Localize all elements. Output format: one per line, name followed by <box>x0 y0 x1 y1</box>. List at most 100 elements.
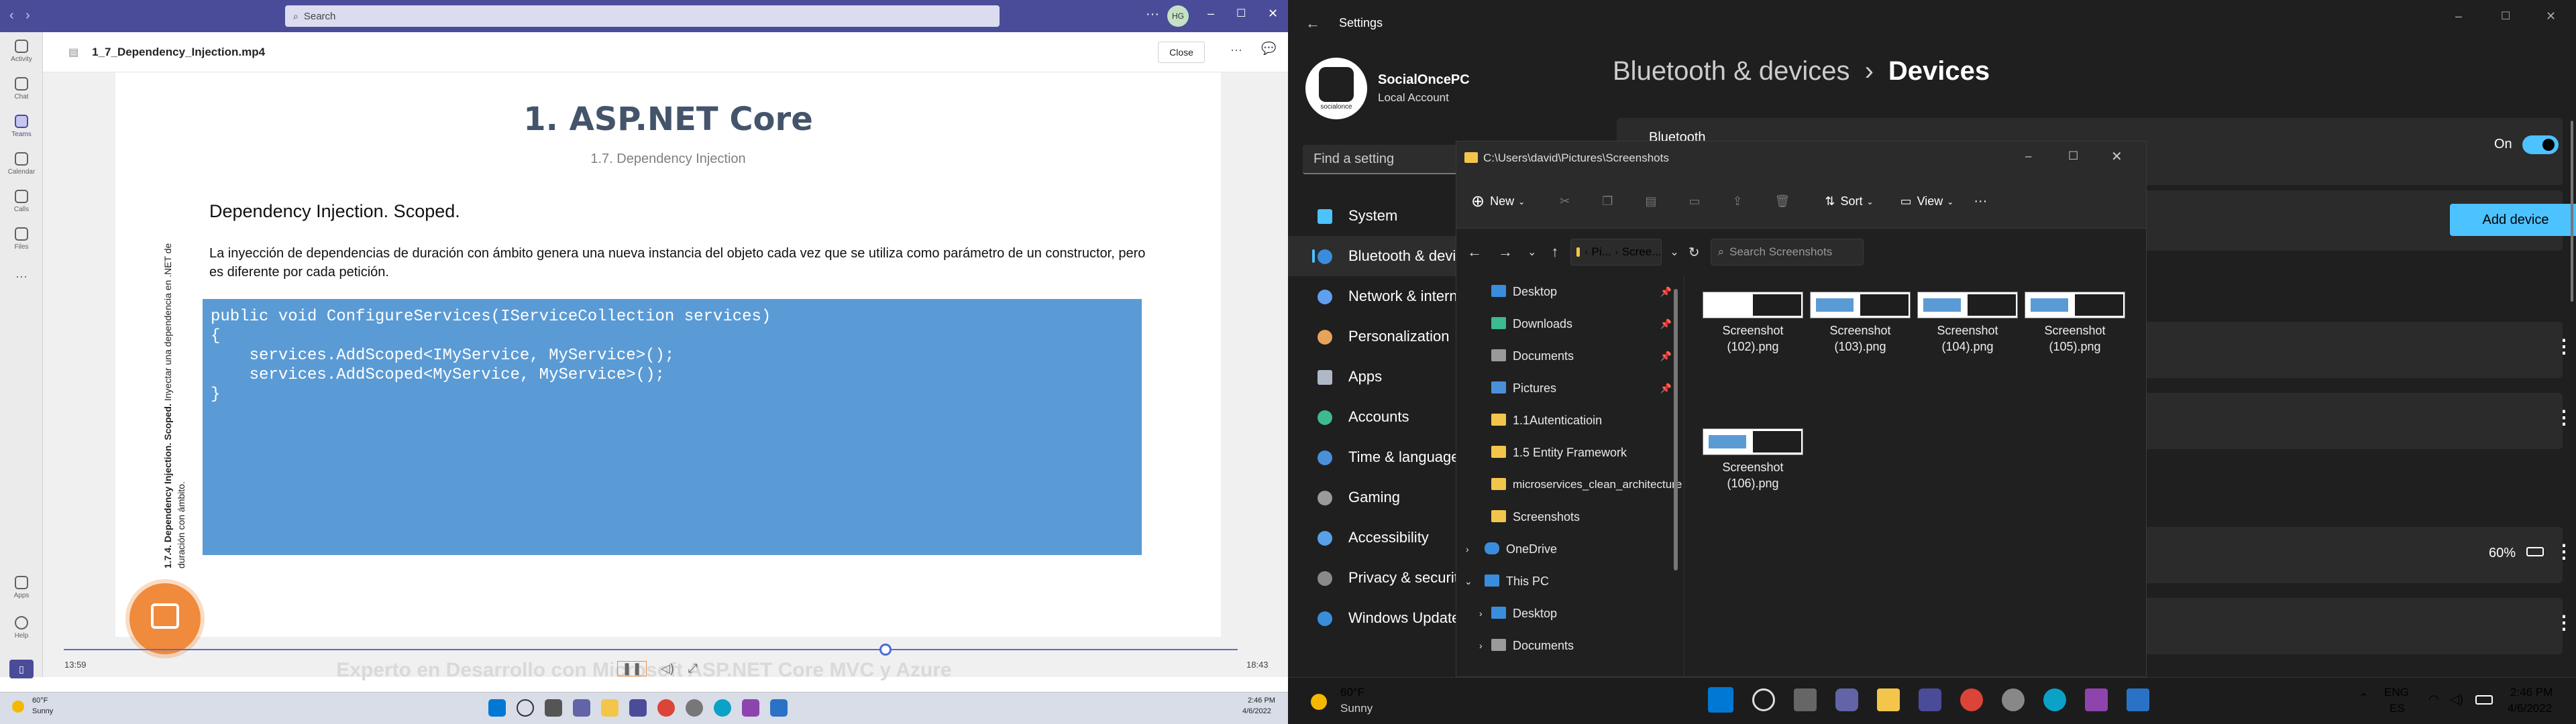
chat-icon[interactable] <box>573 699 590 717</box>
bluetooth-toggle[interactable] <box>2522 135 2559 154</box>
back-arrow-icon[interactable]: ← <box>1467 243 1482 261</box>
wifi-icon[interactable]: ◠ <box>2428 692 2439 707</box>
file-item[interactable]: Screenshot (105).png <box>2021 286 2129 380</box>
address-bar[interactable]: › Pi... › Scree... <box>1570 239 1662 265</box>
view-button[interactable]: View <box>1917 194 1943 208</box>
nav-pictures[interactable]: Pictures 📌 <box>1456 372 1684 404</box>
start-icon[interactable] <box>1708 687 1733 713</box>
new-button[interactable]: New <box>1490 194 1514 208</box>
avatar[interactable]: HG <box>1167 5 1189 27</box>
close-icon[interactable]: ✕ <box>1268 7 1278 21</box>
file-explorer-icon[interactable] <box>1877 688 1900 711</box>
more-options-button[interactable]: ··· <box>1974 194 1987 209</box>
search-icon[interactable] <box>1752 688 1775 711</box>
video-progress-knob[interactable] <box>879 644 892 656</box>
settings-gear-icon[interactable] <box>2002 688 2025 711</box>
rail-item-calls[interactable]: Calls <box>0 182 43 220</box>
search-icon[interactable] <box>517 699 534 717</box>
chevron-down-icon[interactable]: ⌄ <box>1670 245 1678 259</box>
maximize-icon[interactable]: ☐ <box>2068 149 2078 163</box>
rail-item-chat[interactable]: Chat <box>0 70 43 107</box>
chat-bubble-icon[interactable]: 💬 <box>1261 42 1276 56</box>
maximize-icon[interactable]: ☐ <box>1236 7 1246 20</box>
nav-folder[interactable]: 1.5 Entity Framework <box>1456 436 1684 469</box>
rail-item-more[interactable]: ··· <box>0 257 43 295</box>
cut-icon[interactable]: ✂ <box>1560 194 1570 208</box>
nav-scrollbar[interactable] <box>1674 289 1678 570</box>
add-device-button[interactable]: Add device <box>2450 204 2576 236</box>
nav-downloads[interactable]: Downloads 📌 <box>1456 308 1684 340</box>
nav-folder[interactable]: Screenshots <box>1456 501 1684 533</box>
taskbar-date[interactable]: 4/6/2022 <box>2508 702 2552 715</box>
edge-icon[interactable] <box>2043 688 2066 711</box>
teams-icon[interactable] <box>1919 688 1941 711</box>
forward-arrow-icon[interactable]: → <box>1498 243 1513 261</box>
rail-item-calendar[interactable]: Calendar <box>0 145 43 182</box>
more-options-icon[interactable]: ⋮ <box>2555 540 2573 562</box>
more-options-icon[interactable]: ⋮ <box>2555 611 2573 634</box>
file-item[interactable]: Screenshot (104).png <box>1914 286 2021 380</box>
settings-scrollbar[interactable] <box>2571 121 2573 302</box>
more-options-icon[interactable]: ⋮ <box>2555 335 2573 357</box>
file-item[interactable]: Screenshot (102).png <box>1699 286 1807 380</box>
visual-studio-icon[interactable] <box>2085 688 2108 711</box>
nav-documents[interactable]: Documents 📌 <box>1456 340 1684 372</box>
chevron-up-icon[interactable]: ⌃ <box>2359 691 2369 705</box>
forward-arrow-icon[interactable]: › <box>25 8 30 23</box>
teams-search-bar[interactable]: ⌕ Search <box>285 5 1000 27</box>
copy-icon[interactable]: ❐ <box>1602 194 1613 208</box>
breadcrumb-parent[interactable]: Bluetooth & devices <box>1613 56 1850 86</box>
file-explorer-icon[interactable] <box>601 699 619 717</box>
visual-studio-icon[interactable] <box>742 699 759 717</box>
rail-item-apps[interactable]: Apps <box>0 568 43 606</box>
file-item[interactable]: Screenshot (106).png <box>1699 423 1807 517</box>
teams-icon[interactable] <box>629 699 647 717</box>
share-icon[interactable]: ⇪ <box>1732 194 1742 208</box>
nav-desktop[interactable]: Desktop 📌 <box>1456 276 1684 308</box>
video-progress-track[interactable] <box>64 649 1238 650</box>
file-item[interactable]: Screenshot (103).png <box>1807 286 1914 380</box>
chrome-icon[interactable] <box>657 699 675 717</box>
fullscreen-icon[interactable]: ⤢ <box>688 662 698 676</box>
more-options-button[interactable]: ··· <box>1230 43 1242 57</box>
rail-item-help[interactable]: Help <box>0 609 43 646</box>
taskbar-time[interactable]: 2:46 PM <box>2510 686 2553 699</box>
minimize-icon[interactable]: – <box>2025 149 2031 163</box>
close-icon[interactable]: ✕ <box>2546 9 2556 23</box>
more-options-icon[interactable]: ··· <box>1146 7 1159 22</box>
breadcrumb-item[interactable]: Scree... <box>1622 245 1662 259</box>
nav-folder[interactable]: 1.1Autenticatioin <box>1456 404 1684 436</box>
breadcrumb-item[interactable]: Pi... <box>1592 245 1611 259</box>
back-arrow-icon[interactable]: ‹ <box>9 8 14 23</box>
chat-icon[interactable] <box>1835 688 1858 711</box>
rename-icon[interactable]: ▭ <box>1688 194 1700 208</box>
language-code[interactable]: ENG <box>2384 686 2409 699</box>
rail-item-files[interactable]: Files <box>0 220 43 257</box>
pause-icon[interactable]: ❚❚ <box>617 660 647 676</box>
search-input[interactable]: ⌕ Search Screenshots <box>1710 239 1864 265</box>
nav-desktop[interactable]: › Desktop <box>1456 597 1684 629</box>
chevron-down-icon[interactable]: ⌄ <box>1527 245 1536 259</box>
remote-desktop-icon[interactable] <box>770 699 788 717</box>
rail-item-activity[interactable]: Activity <box>0 32 43 70</box>
start-icon[interactable] <box>488 699 506 717</box>
minimize-icon[interactable]: – <box>1208 7 1214 21</box>
settings-gear-icon[interactable] <box>686 699 703 717</box>
back-arrow-icon[interactable]: ← <box>1305 15 1320 32</box>
sort-button[interactable]: Sort <box>1841 194 1863 208</box>
maximize-icon[interactable]: ☐ <box>2501 9 2510 23</box>
rail-item-teams[interactable]: Teams <box>0 107 43 145</box>
edge-icon[interactable] <box>714 699 731 717</box>
volume-icon[interactable]: ◁) <box>2450 692 2463 707</box>
delete-icon[interactable]: 🗑 <box>1775 194 1790 208</box>
close-icon[interactable]: ✕ <box>2111 148 2123 165</box>
more-options-icon[interactable]: ⋮ <box>2555 406 2573 428</box>
nav-this-pc[interactable]: ⌄ This PC <box>1456 565 1684 597</box>
nav-onedrive[interactable]: › OneDrive <box>1456 533 1684 565</box>
presenter-button[interactable] <box>129 583 201 654</box>
task-view-icon[interactable] <box>1794 688 1817 711</box>
nav-folder[interactable]: microservices_clean_architecture <box>1456 469 1684 501</box>
up-arrow-icon[interactable]: ↑ <box>1551 243 1558 261</box>
paste-icon[interactable]: ▤ <box>1645 194 1656 208</box>
refresh-icon[interactable]: ↻ <box>1688 244 1700 261</box>
